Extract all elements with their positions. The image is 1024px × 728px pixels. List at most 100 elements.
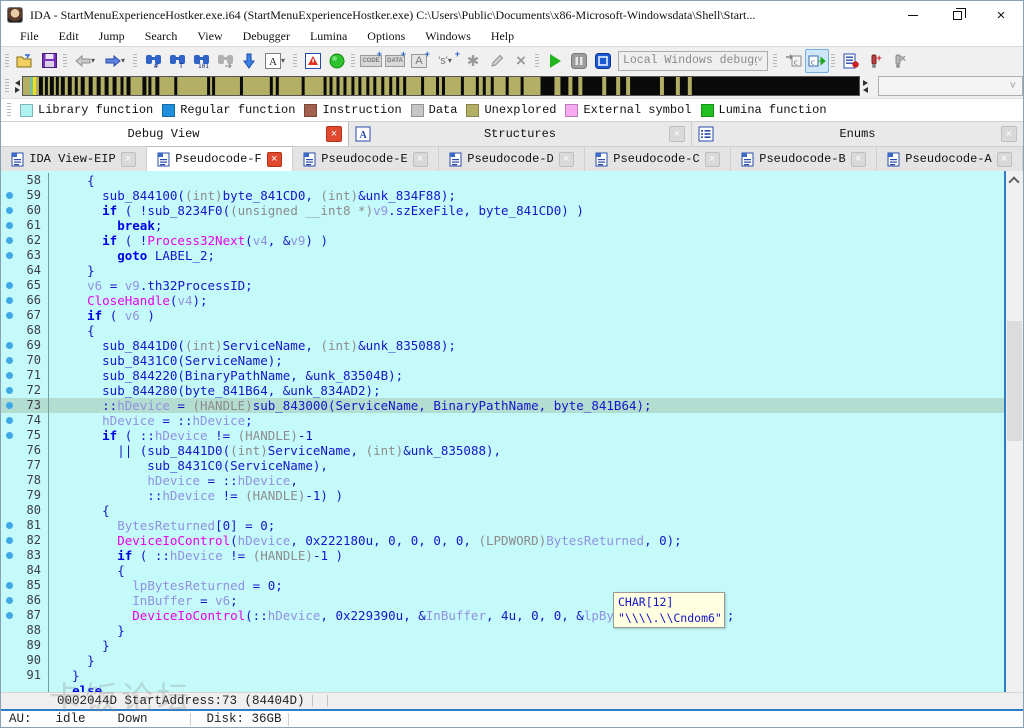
toolbar-grip[interactable] — [831, 52, 835, 70]
code-line-73[interactable]: 73 ::hDevice = (HANDLE)sub_843000(Servic… — [1, 398, 1004, 413]
doc-tab-close-icon[interactable]: × — [851, 152, 866, 167]
line-marker-cell[interactable] — [1, 413, 18, 428]
line-marker-cell[interactable] — [1, 608, 18, 623]
toolbar-grip[interactable] — [535, 52, 539, 70]
line-marker-cell[interactable] — [1, 638, 18, 653]
code-line-62[interactable]: 62 if ( !Process32Next(v4, &v9) ) — [1, 233, 1004, 248]
toolbar-grip[interactable] — [63, 52, 67, 70]
search-number-button[interactable]: # — [141, 49, 165, 73]
line-marker-cell[interactable] — [1, 503, 18, 518]
code-line-72[interactable]: 72 sub_844280(byte_841B64, &unk_834AD2); — [1, 383, 1004, 398]
menu-file[interactable]: File — [10, 29, 49, 46]
navigator-combo[interactable]: ˅ — [878, 76, 1023, 96]
menu-jump[interactable]: Jump — [89, 29, 135, 46]
panel-tab-close-icon[interactable]: × — [326, 126, 342, 142]
code-line-80[interactable]: 80 { — [1, 503, 1004, 518]
run-until-return-button[interactable]: c — [805, 49, 829, 73]
code-line-68[interactable]: 68 { — [1, 323, 1004, 338]
menu-options[interactable]: Options — [357, 29, 415, 46]
menu-windows[interactable]: Windows — [415, 29, 481, 46]
line-marker-cell[interactable] — [1, 233, 18, 248]
pseudocode-view[interactable]: 58 {59 sub_844100((int)byte_841CD0, (int… — [1, 171, 1006, 692]
line-marker-cell[interactable] — [1, 518, 18, 533]
minimize-button[interactable] — [891, 1, 935, 29]
toolbar-grip[interactable] — [133, 52, 137, 70]
line-marker-cell[interactable] — [1, 593, 18, 608]
code-line-90[interactable]: 90 } — [1, 653, 1004, 668]
pause-process-button[interactable] — [567, 49, 591, 73]
line-marker-cell[interactable] — [1, 488, 18, 503]
line-marker-cell[interactable] — [1, 473, 18, 488]
doc-tab-pseudocode-f[interactable]: Pseudocode-F× — [147, 146, 293, 171]
delete-button[interactable]: × — [509, 49, 533, 73]
doc-tab-pseudocode-e[interactable]: Pseudocode-E× — [293, 146, 439, 171]
restore-button[interactable] — [935, 1, 979, 29]
breakpoint-view-button[interactable] — [301, 49, 325, 73]
make-unknown-button[interactable]: ✱ — [461, 49, 485, 73]
panel-tab-enums[interactable]: Enums × — [692, 122, 1023, 146]
code-line-87[interactable]: 87 DeviceIoControl(::hDevice, 0x229390u,… — [1, 608, 1004, 623]
code-line-82[interactable]: 82 DeviceIoControl(hDevice, 0x222180u, 0… — [1, 533, 1004, 548]
toolbar-grip[interactable] — [5, 52, 9, 70]
make-data-button[interactable]: DATA+ — [383, 49, 407, 73]
code-line-86[interactable]: 86 InBuffer = v6; — [1, 593, 1004, 608]
legend-grip[interactable] — [7, 101, 11, 119]
stop-process-button[interactable] — [591, 49, 615, 73]
line-marker-cell[interactable] — [1, 293, 18, 308]
doc-tab-close-icon[interactable]: × — [705, 152, 720, 167]
line-marker-cell[interactable] — [1, 443, 18, 458]
menu-view[interactable]: View — [187, 29, 232, 46]
save-button[interactable] — [37, 49, 61, 73]
doc-tab-pseudocode-b[interactable]: Pseudocode-B× — [731, 146, 877, 171]
code-line-88[interactable]: 88 } — [1, 623, 1004, 638]
scroll-up-icon[interactable] — [1008, 176, 1019, 187]
continue-process-button[interactable] — [543, 49, 567, 73]
text-options-button[interactable]: A ▾ — [261, 49, 291, 73]
line-marker-cell[interactable] — [1, 428, 18, 443]
line-marker-cell[interactable] — [1, 203, 18, 218]
line-marker-cell[interactable] — [1, 263, 18, 278]
code-line-78[interactable]: 78 hDevice = ::hDevice, — [1, 473, 1004, 488]
toolbar-grip[interactable] — [351, 52, 355, 70]
toolbar-grip[interactable] — [293, 52, 297, 70]
doc-tab-close-icon[interactable]: × — [121, 152, 136, 167]
panel-tab-close-icon[interactable]: × — [669, 126, 685, 142]
jump-address-button[interactable] — [237, 49, 261, 73]
edit-button[interactable] — [485, 49, 509, 73]
line-marker-cell[interactable] — [1, 248, 18, 263]
code-line-75[interactable]: 75 if ( ::hDevice != (HANDLE)-1 — [1, 428, 1004, 443]
line-marker-cell[interactable] — [1, 278, 18, 293]
remove-breakpoint-button[interactable] — [887, 49, 911, 73]
code-line-61[interactable]: 61 break; — [1, 218, 1004, 233]
code-line-70[interactable]: 70 sub_8431C0(ServiceName); — [1, 353, 1004, 368]
doc-tab-close-icon[interactable]: × — [267, 152, 282, 167]
doc-tab-pseudocode-d[interactable]: Pseudocode-D× — [439, 146, 585, 171]
code-line-81[interactable]: 81 BytesReturned[0] = 0; — [1, 518, 1004, 533]
line-marker-cell[interactable] — [1, 533, 18, 548]
code-line-89[interactable]: 89 } — [1, 638, 1004, 653]
line-marker-cell[interactable] — [1, 398, 18, 413]
line-marker-cell[interactable] — [1, 323, 18, 338]
code-line-67[interactable]: 67 if ( v6 ) — [1, 308, 1004, 323]
doc-tab-close-icon[interactable]: × — [559, 152, 574, 167]
code-line-83[interactable]: 83 if ( ::hDevice != (HANDLE)-1 ) — [1, 548, 1004, 563]
add-breakpoint-button[interactable]: + — [863, 49, 887, 73]
code-line-79[interactable]: 79 ::hDevice != (HANDLE)-1) ) — [1, 488, 1004, 503]
navigator-grip[interactable] — [5, 77, 9, 95]
line-marker-cell[interactable] — [1, 548, 18, 563]
code-line-59[interactable]: 59 sub_844100((int)byte_841CD0, (int)&un… — [1, 188, 1004, 203]
line-marker-cell[interactable] — [1, 458, 18, 473]
menu-edit[interactable]: Edit — [49, 29, 89, 46]
code-line-74[interactable]: 74 hDevice = ::hDevice; — [1, 413, 1004, 428]
menu-lumina[interactable]: Lumina — [300, 29, 357, 46]
panel-tab-debug-view[interactable]: Debug View × — [1, 122, 349, 146]
make-string-button[interactable]: 's'+ ▾ — [431, 49, 461, 73]
breakpoint-list-button[interactable] — [839, 49, 863, 73]
line-marker-cell[interactable] — [1, 578, 18, 593]
line-marker-cell[interactable] — [1, 683, 18, 692]
panel-tab-structures[interactable]: A Structures × — [349, 122, 692, 146]
line-marker-cell[interactable] — [1, 383, 18, 398]
menu-debugger[interactable]: Debugger — [233, 29, 300, 46]
line-marker-cell[interactable] — [1, 668, 18, 683]
code-line-65[interactable]: 65 v6 = v9.th32ProcessID; — [1, 278, 1004, 293]
